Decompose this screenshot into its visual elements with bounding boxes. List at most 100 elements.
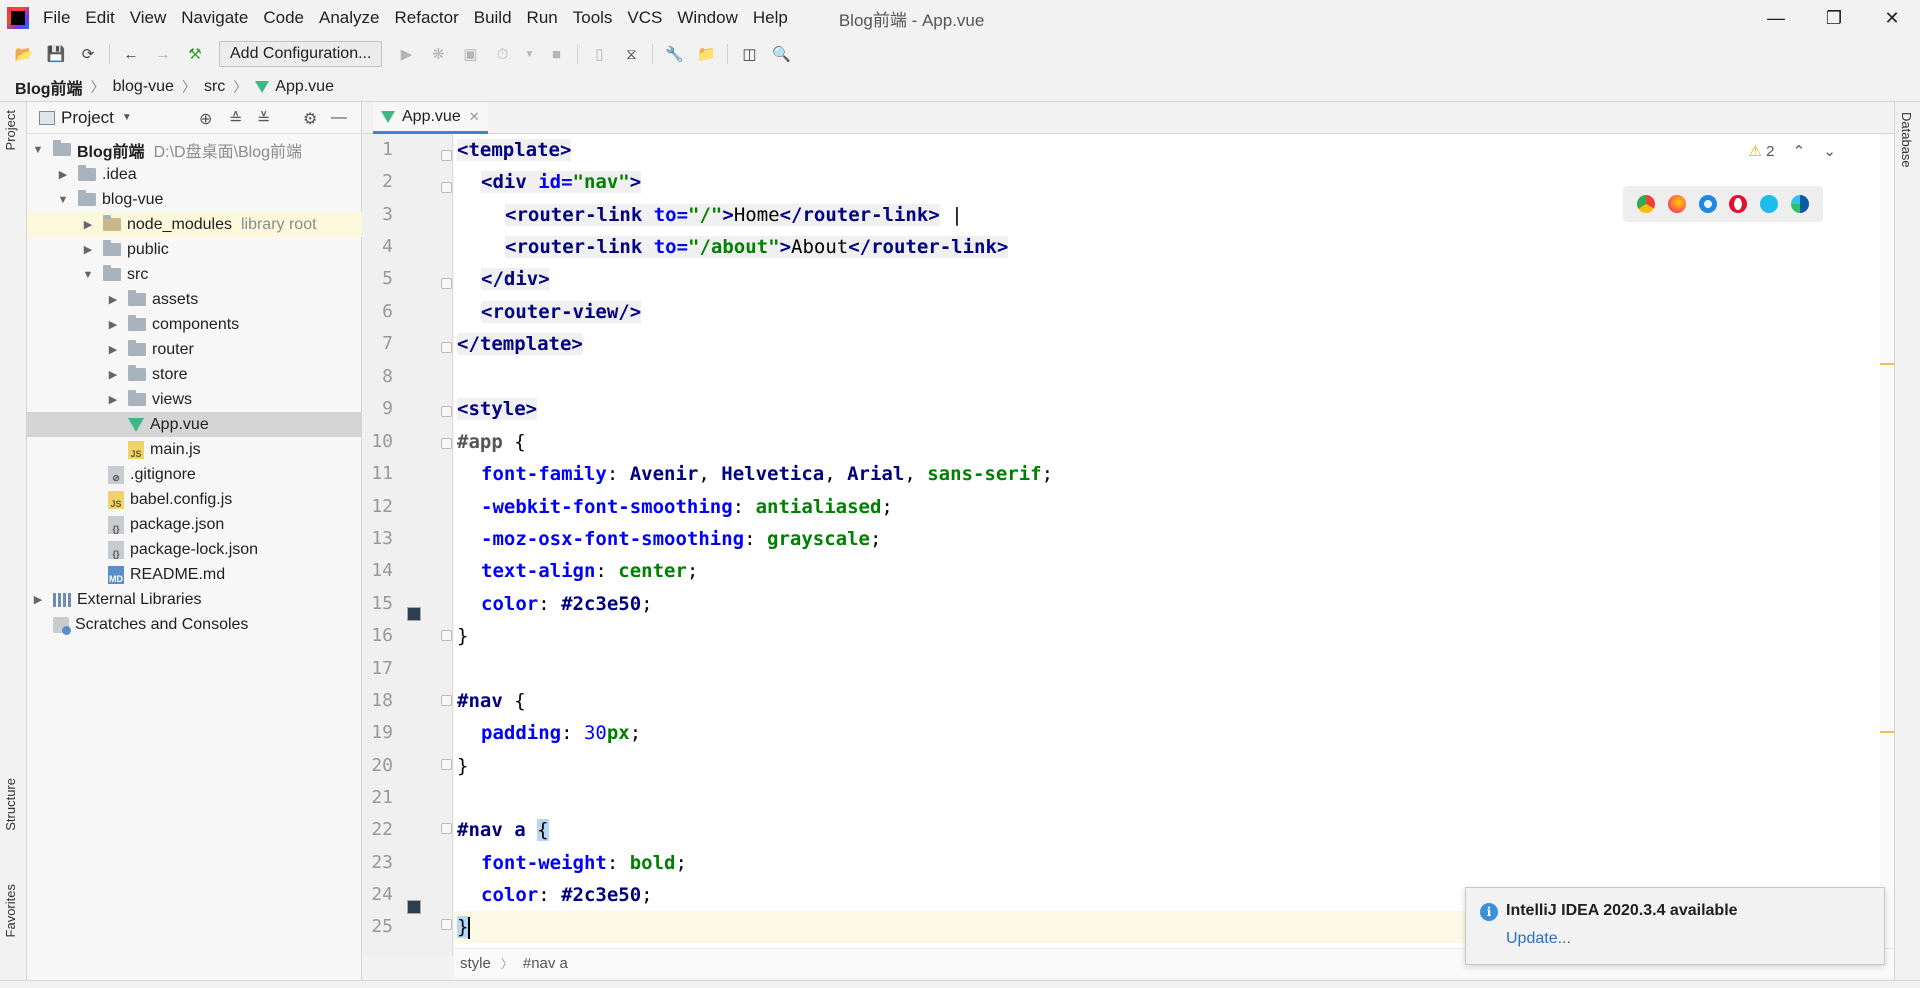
close-tab-icon[interactable]: ✕ (469, 109, 480, 125)
save-icon[interactable]: 💾 (46, 44, 66, 64)
fold-icon[interactable] (441, 823, 452, 834)
menu-view[interactable]: View (130, 8, 167, 28)
open-folder-icon[interactable]: 📂 (14, 44, 34, 64)
menu-file[interactable]: File (43, 8, 70, 28)
chevron-right-icon[interactable]: ▶ (106, 393, 120, 406)
add-configuration-button[interactable]: Add Configuration... (219, 41, 383, 67)
chevron-up-icon[interactable]: ⌃ (1793, 143, 1806, 160)
fold-icon[interactable] (441, 695, 452, 706)
tree-item-idea[interactable]: ▶ .idea (27, 162, 362, 187)
fold-icon[interactable] (441, 278, 452, 289)
fold-icon[interactable] (441, 919, 452, 930)
menu-build[interactable]: Build (474, 8, 512, 28)
breadcrumb-item[interactable]: src (204, 78, 225, 96)
chevron-right-icon[interactable]: ▶ (31, 593, 45, 606)
menu-analyze[interactable]: Analyze (319, 8, 379, 28)
color-swatch-icon[interactable] (407, 900, 421, 914)
menu-window[interactable]: Window (677, 8, 737, 28)
warning-stripe-mark[interactable] (1880, 731, 1894, 733)
stop-icon[interactable]: ■ (546, 44, 566, 64)
chevron-right-icon[interactable]: ▶ (81, 218, 95, 231)
wrench-settings-icon[interactable]: 🔧 (664, 44, 684, 64)
sync-icon[interactable]: ⟳ (78, 44, 98, 64)
error-stripe[interactable] (1880, 134, 1894, 956)
chevron-right-icon[interactable]: ▶ (106, 343, 120, 356)
fold-icon[interactable] (441, 406, 452, 417)
code-breadcrumb-item[interactable]: #nav a (523, 955, 568, 972)
tree-item-main-js[interactable]: JS main.js (27, 437, 362, 462)
debug-icon[interactable]: ❋ (428, 44, 448, 64)
tree-item-blog-root[interactable]: ▼ Blog前端 D:\D盘桌面\Blog前端 (27, 137, 362, 162)
tree-item-package-json[interactable]: {} package.json (27, 512, 362, 537)
color-swatch-icon[interactable] (407, 607, 421, 621)
tree-item-package-lock[interactable]: {} package-lock.json (27, 537, 362, 562)
chevron-right-icon[interactable]: ▶ (81, 243, 95, 256)
collapse-all-icon[interactable]: ≚ (257, 109, 270, 129)
device-icon[interactable]: ▯ (589, 44, 609, 64)
internet-explorer-icon[interactable] (1759, 195, 1778, 213)
tree-item-readme[interactable]: MD README.md (27, 562, 362, 587)
menu-code[interactable]: Code (263, 8, 304, 28)
chrome-icon[interactable] (1637, 195, 1656, 213)
edge-icon[interactable] (1790, 195, 1809, 213)
locate-icon[interactable]: ⊕ (199, 109, 212, 129)
inspection-widget[interactable]: ⚠ 2 ⌃ ⌄ (1749, 142, 1836, 160)
expand-all-icon[interactable]: ≙ (229, 109, 242, 129)
menu-run[interactable]: Run (527, 8, 558, 28)
code-breadcrumb-item[interactable]: style (460, 955, 491, 972)
tab-project[interactable]: Project (3, 110, 18, 150)
tab-database[interactable]: Database (1899, 112, 1914, 168)
profile-icon[interactable]: ⏱ (492, 44, 512, 64)
breadcrumb-root[interactable]: Blog前端 (15, 75, 83, 99)
gear-icon[interactable]: ⚙ (303, 109, 317, 129)
menu-vcs[interactable]: VCS (627, 8, 662, 28)
forward-icon[interactable]: → (153, 44, 173, 64)
chevron-down-icon[interactable]: ▼ (31, 144, 45, 156)
terminal-icon[interactable]: ◫ (739, 44, 759, 64)
fold-icon[interactable] (441, 182, 452, 193)
firefox-icon[interactable] (1667, 195, 1686, 213)
fold-icon[interactable] (441, 438, 452, 449)
project-panel-title[interactable]: Project (61, 108, 114, 128)
fold-icon[interactable] (441, 150, 452, 161)
build-hammer-icon[interactable]: ⚒ (185, 44, 205, 64)
tree-item-gitignore[interactable]: ⊘ .gitignore (27, 462, 362, 487)
tree-item-scratches[interactable]: Scratches and Consoles (27, 612, 362, 637)
fold-icon[interactable] (441, 342, 452, 353)
menu-refactor[interactable]: Refactor (394, 8, 458, 28)
tab-favorites[interactable]: Favorites (3, 884, 18, 937)
tree-item-views[interactable]: ▶ views (27, 387, 362, 412)
fold-icon[interactable] (441, 759, 452, 770)
close-window-icon[interactable]: ✕ (1863, 0, 1920, 36)
menu-tools[interactable]: Tools (573, 8, 613, 28)
project-structure-icon[interactable]: 📁 (696, 44, 716, 64)
tree-item-public[interactable]: ▶ public (27, 237, 362, 262)
tree-item-src[interactable]: ▼ src (27, 262, 362, 287)
breadcrumb-item[interactable]: App.vue (275, 78, 334, 96)
tree-item-components[interactable]: ▶ components (27, 312, 362, 337)
update-link[interactable]: Update... (1506, 930, 1571, 948)
tree-item-blog-vue[interactable]: ▼ blog-vue (27, 187, 362, 212)
chevron-down-icon[interactable]: ▼ (122, 112, 132, 123)
tree-item-external-libraries[interactable]: ▶ External Libraries (27, 587, 362, 612)
chevron-down-icon[interactable]: ▼ (524, 44, 534, 64)
minimize-icon[interactable]: — (1747, 0, 1805, 36)
chevron-right-icon[interactable]: ▶ (56, 168, 70, 181)
tree-item-app-vue[interactable]: App.vue (27, 412, 362, 437)
restore-icon[interactable]: ❐ (1805, 0, 1863, 36)
tree-item-node-modules[interactable]: ▶ node_modules library root (27, 212, 362, 237)
breadcrumb-item[interactable]: blog-vue (113, 78, 174, 96)
tree-item-store[interactable]: ▶ store (27, 362, 362, 387)
chevron-down-icon[interactable]: ▼ (81, 269, 95, 281)
coverage-icon[interactable]: ▣ (460, 44, 480, 64)
tree-item-babel-config[interactable]: JS babel.config.js (27, 487, 362, 512)
chevron-right-icon[interactable]: ▶ (106, 368, 120, 381)
hide-panel-icon[interactable]: — (331, 109, 347, 127)
opera-icon[interactable] (1729, 195, 1748, 213)
update-running-icon[interactable]: ⧖ (621, 44, 641, 64)
menu-edit[interactable]: Edit (85, 8, 114, 28)
warning-stripe-mark[interactable] (1880, 363, 1894, 365)
back-icon[interactable]: ← (121, 44, 141, 64)
menu-navigate[interactable]: Navigate (181, 8, 248, 28)
code-editor[interactable]: <template> <div id="nav"> <router-link t… (454, 134, 1894, 956)
